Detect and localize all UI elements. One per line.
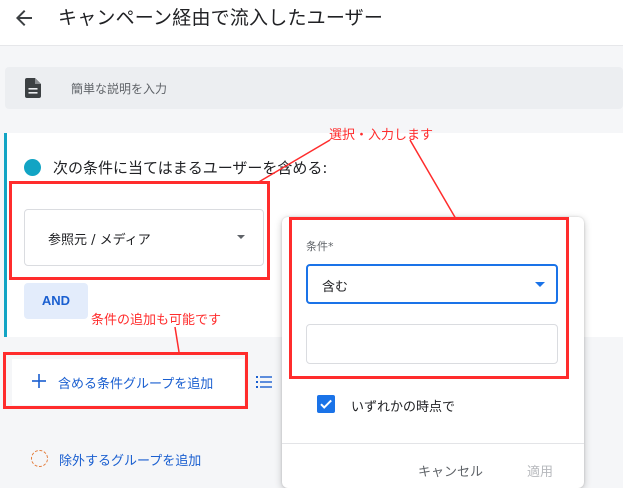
any-time-checkbox[interactable] — [317, 395, 335, 413]
include-group-heading: 次の条件に当てはまるユーザーを含める: — [53, 159, 328, 177]
add-exclude-group-link[interactable]: 除外するグループを追加 — [59, 450, 201, 469]
description-placeholder: 簡単な説明を入力 — [71, 82, 168, 96]
dashed-circle-icon — [31, 450, 48, 467]
annotation-box-add-group — [3, 352, 248, 409]
checkmark-icon — [320, 399, 332, 409]
arrow-left-icon[interactable] — [12, 6, 36, 30]
and-button[interactable]: AND — [24, 283, 88, 319]
page-title: キャンペーン経由で流入したユーザー — [58, 7, 384, 29]
annotation-add-note: 条件の追加も可能です — [91, 313, 222, 328]
description-field[interactable]: 簡単な説明を入力 — [5, 67, 623, 109]
annotation-box-dimension — [9, 181, 270, 280]
teal-dot-icon — [24, 159, 41, 176]
document-icon — [25, 78, 41, 98]
popup-divider — [282, 443, 584, 444]
annotation-box-popup — [289, 217, 569, 379]
page-header: キャンペーン経由で流入したユーザー — [0, 0, 623, 46]
apply-button[interactable]: 適用 — [527, 461, 553, 480]
list-icon[interactable] — [256, 375, 272, 389]
cancel-button[interactable]: キャンセル — [418, 461, 483, 480]
annotation-select-note: 選択・入力します — [329, 128, 434, 143]
any-time-label: いずれかの時点で — [351, 400, 456, 415]
